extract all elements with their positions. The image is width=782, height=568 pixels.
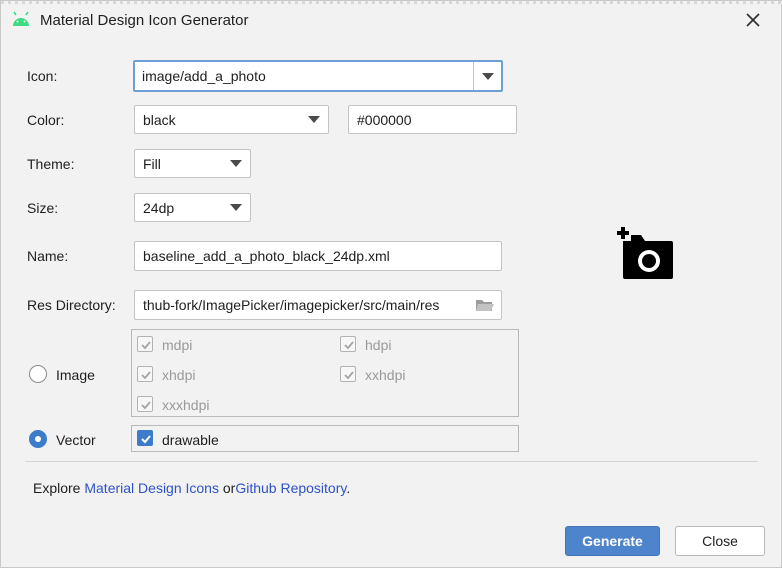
chevron-down-icon bbox=[230, 160, 242, 167]
close-icon[interactable] bbox=[743, 10, 763, 30]
chevron-down-icon bbox=[308, 116, 320, 123]
folder-icon[interactable] bbox=[475, 297, 495, 313]
explore-text: Explore Material Design Icons orGithub R… bbox=[33, 480, 350, 496]
drawable-checkbox[interactable] bbox=[137, 430, 153, 446]
theme-value: Fill bbox=[143, 155, 161, 172]
xxhdpi-label: xxhdpi bbox=[365, 367, 406, 383]
icon-dropdown-button[interactable] bbox=[473, 62, 501, 90]
size-select[interactable]: 24dp bbox=[134, 193, 251, 222]
theme-dropdown-arrow bbox=[222, 150, 250, 177]
generate-button[interactable]: Generate bbox=[565, 526, 660, 556]
res-directory-label: Res Directory: bbox=[27, 297, 116, 313]
theme-label: Theme: bbox=[27, 156, 75, 172]
color-label: Color: bbox=[27, 112, 65, 128]
icon-value: image/add_a_photo bbox=[142, 68, 266, 84]
xxxhdpi-label: xxxhdpi bbox=[162, 397, 210, 413]
github-repository-link[interactable]: Github Repository bbox=[235, 480, 346, 496]
color-hex-value: #000000 bbox=[357, 111, 412, 128]
close-button[interactable]: Close bbox=[675, 526, 765, 556]
title-bar: Material Design Icon Generator bbox=[1, 1, 782, 41]
color-dropdown-arrow bbox=[300, 106, 328, 133]
add-a-photo-icon bbox=[617, 227, 673, 279]
period-text: . bbox=[346, 480, 351, 496]
xhdpi-checkbox[interactable] bbox=[137, 366, 153, 382]
footer-divider bbox=[25, 461, 758, 462]
icon-combobox[interactable]: image/add_a_photo bbox=[133, 60, 503, 92]
xhdpi-label: xhdpi bbox=[162, 367, 196, 383]
drawable-label: drawable bbox=[162, 432, 219, 448]
color-value: black bbox=[143, 111, 176, 128]
color-select[interactable]: black bbox=[134, 105, 329, 134]
or-text: or bbox=[222, 480, 236, 496]
hdpi-checkbox[interactable] bbox=[340, 336, 356, 352]
size-value: 24dp bbox=[143, 199, 175, 216]
theme-select[interactable]: Fill bbox=[134, 149, 251, 178]
name-value: baseline_add_a_photo_black_24dp.xml bbox=[143, 248, 390, 264]
size-label: Size: bbox=[27, 200, 59, 216]
chevron-down-icon bbox=[230, 204, 242, 211]
name-input[interactable]: baseline_add_a_photo_black_24dp.xml bbox=[134, 241, 502, 271]
mdpi-label: mdpi bbox=[162, 337, 193, 353]
mdpi-checkbox[interactable] bbox=[137, 336, 153, 352]
image-radio[interactable] bbox=[29, 365, 47, 383]
name-label: Name: bbox=[27, 248, 69, 264]
size-dropdown-arrow bbox=[222, 194, 250, 221]
material-design-icons-link[interactable]: Material Design Icons bbox=[84, 480, 219, 496]
window-title: Material Design Icon Generator bbox=[40, 12, 249, 29]
image-radio-label: Image bbox=[56, 367, 95, 383]
hdpi-label: hdpi bbox=[365, 337, 392, 353]
xxhdpi-checkbox[interactable] bbox=[340, 366, 356, 382]
android-icon bbox=[13, 11, 29, 26]
res-directory-value: thub-fork/ImagePicker/imagepicker/src/ma… bbox=[143, 297, 440, 313]
icon-label: Icon: bbox=[27, 68, 58, 84]
chevron-down-icon bbox=[481, 72, 494, 80]
xxxhdpi-checkbox[interactable] bbox=[137, 396, 153, 412]
explore-prefix: Explore bbox=[33, 480, 81, 496]
color-hex-input[interactable]: #000000 bbox=[348, 105, 517, 134]
res-directory-input[interactable]: thub-fork/ImagePicker/imagepicker/src/ma… bbox=[134, 290, 502, 320]
vector-radio[interactable] bbox=[29, 430, 47, 448]
vector-radio-label: Vector bbox=[56, 432, 96, 448]
material-icon-dialog: Material Design Icon Generator Icon: ima… bbox=[0, 0, 782, 568]
